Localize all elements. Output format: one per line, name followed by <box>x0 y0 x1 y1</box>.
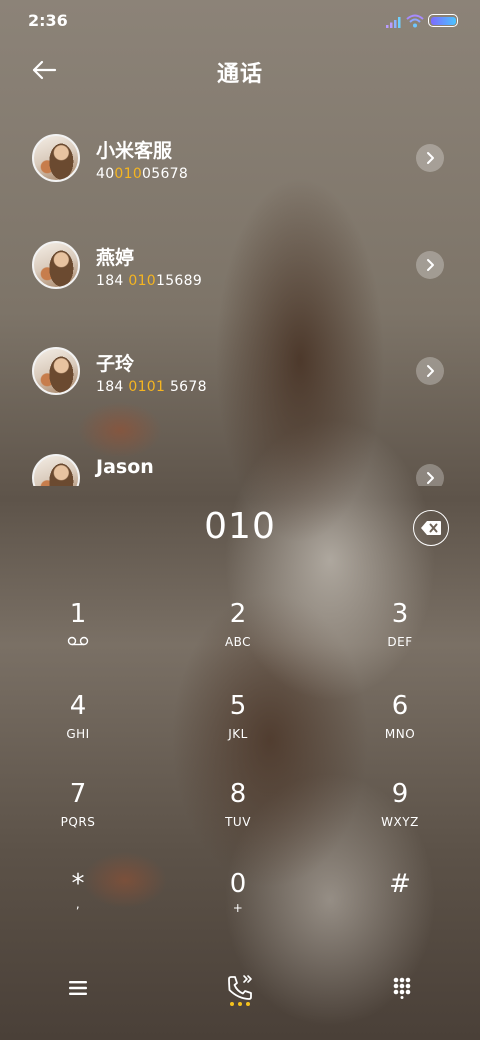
key-digit: 8 <box>229 779 247 809</box>
key-letters: JKL <box>228 727 248 741</box>
status-bar: 2:36 <box>0 0 480 40</box>
key-digit: 7 <box>69 779 87 809</box>
avatar <box>32 241 80 289</box>
contact-number: 4001005678 <box>96 166 189 182</box>
key-letters: MNO <box>384 727 416 741</box>
contact-name: Jason <box>96 456 154 478</box>
key-letters: PQRS <box>60 815 96 829</box>
dialed-number: 010 <box>204 506 276 547</box>
key-digit: 5 <box>229 691 247 721</box>
contact-detail-button[interactable] <box>416 464 444 486</box>
backspace-icon <box>421 521 441 535</box>
menu-icon <box>69 981 87 995</box>
key-letters: TUV <box>225 815 251 829</box>
avatar <box>32 347 80 395</box>
key-3[interactable]: 3 DEF <box>340 592 460 672</box>
key-star[interactable]: * , <box>18 862 138 942</box>
chevron-right-icon <box>427 365 434 377</box>
key-digit: 1 <box>69 599 87 629</box>
key-letters: WXYZ <box>381 815 419 829</box>
contact-item[interactable]: 小米客服 4001005678 <box>0 106 480 210</box>
status-time: 2:36 <box>28 11 68 30</box>
key-digit: 3 <box>391 599 409 629</box>
key-letters: , <box>75 897 81 911</box>
key-digit: 2 <box>229 599 247 629</box>
chevron-right-icon <box>427 152 434 164</box>
key-1[interactable]: 1 <box>18 592 138 672</box>
key-letters: + <box>232 901 244 915</box>
key-digit: 4 <box>69 691 87 721</box>
keypad: 1 2 ABC 3 DEF 4 GHI 5 JKL 6 MNO 7 PQRS 8… <box>0 592 480 952</box>
avatar <box>32 454 80 486</box>
key-7[interactable]: 7 PQRS <box>18 772 138 852</box>
key-digit: 6 <box>391 691 409 721</box>
contact-detail-button[interactable] <box>416 251 444 279</box>
key-0[interactable]: 0 + <box>178 862 298 942</box>
contact-item[interactable]: Jason <box>0 426 480 486</box>
contact-number: 184 0101 5678 <box>96 379 207 395</box>
contact-name: 小米客服 <box>96 140 173 162</box>
battery-level <box>430 16 456 25</box>
header: 通话 <box>0 40 480 100</box>
bottom-bar <box>0 960 480 1020</box>
contact-list[interactable]: 小米客服 4001005678 燕婷 184 01015689 子玲 184 0… <box>0 106 480 486</box>
contact-name: 燕婷 <box>96 247 135 269</box>
key-5[interactable]: 5 JKL <box>178 684 298 764</box>
key-6[interactable]: 6 MNO <box>340 684 460 764</box>
avatar <box>32 134 80 182</box>
phone-call-icon <box>228 975 252 1000</box>
signal-icon <box>386 17 401 28</box>
contact-number: 184 01015689 <box>96 273 203 289</box>
key-digit: # <box>389 869 411 899</box>
key-letters: GHI <box>66 727 90 741</box>
delete-button[interactable] <box>413 510 449 546</box>
key-digit: 0 <box>229 869 247 899</box>
key-4[interactable]: 4 GHI <box>18 684 138 764</box>
contact-detail-button[interactable] <box>416 144 444 172</box>
voicemail-icon <box>67 636 89 646</box>
wifi-icon <box>406 14 424 28</box>
battery-icon <box>428 14 458 27</box>
contact-item[interactable]: 燕婷 184 01015689 <box>0 213 480 317</box>
chevron-right-icon <box>427 472 434 484</box>
chevron-right-icon <box>427 259 434 271</box>
key-9[interactable]: 9 WXYZ <box>340 772 460 852</box>
key-letters: DEF <box>387 635 413 649</box>
dialpad-icon <box>393 977 411 999</box>
menu-button[interactable] <box>62 974 94 1002</box>
key-8[interactable]: 8 TUV <box>178 772 298 852</box>
contact-name: 子玲 <box>96 353 135 375</box>
contact-detail-button[interactable] <box>416 357 444 385</box>
dial-display: 010 <box>0 500 480 560</box>
key-2[interactable]: 2 ABC <box>178 592 298 672</box>
key-letters: ABC <box>224 635 252 649</box>
page-indicator-dots <box>230 1002 250 1006</box>
key-hash[interactable]: # <box>340 862 460 942</box>
dialpad-button[interactable] <box>388 972 416 1004</box>
key-digit: 9 <box>391 779 409 809</box>
contact-item[interactable]: 子玲 184 0101 5678 <box>0 319 480 423</box>
page-title: 通话 <box>216 62 263 87</box>
